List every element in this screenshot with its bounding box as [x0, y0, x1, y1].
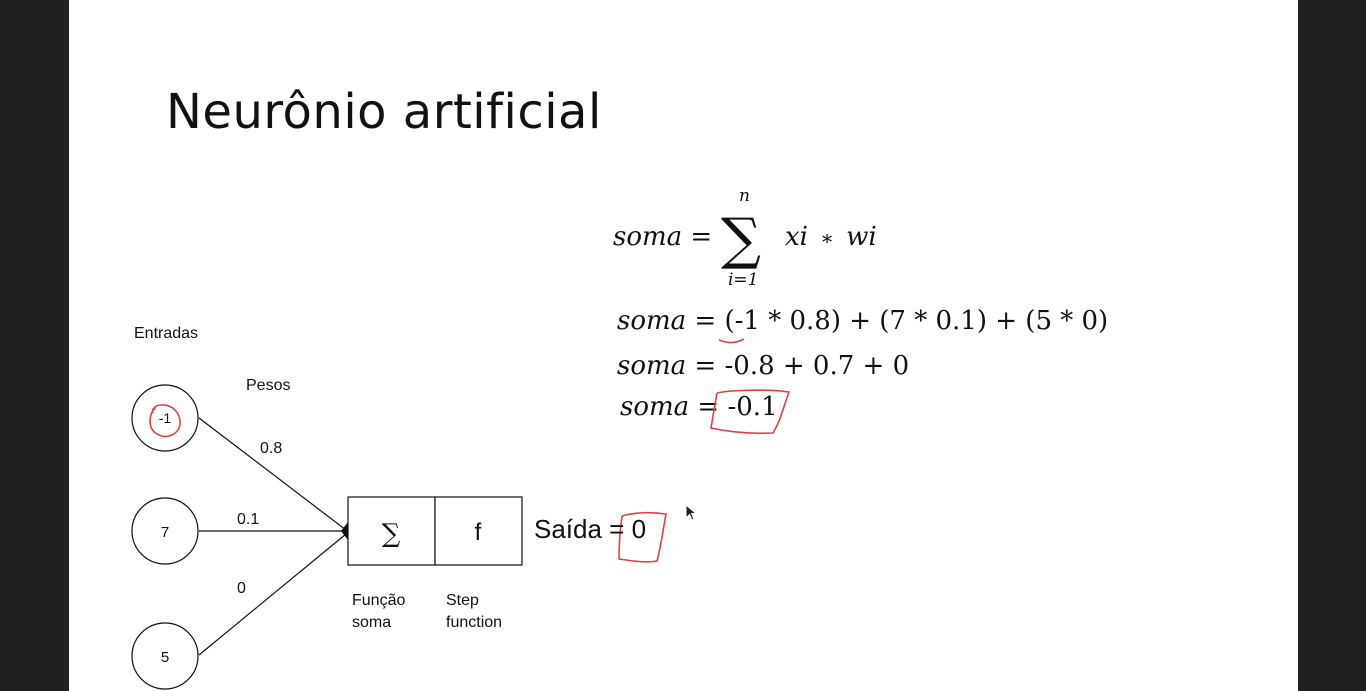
activation-caption: Step function [446, 590, 502, 634]
weights-label: Pesos [246, 377, 291, 394]
sum-caption-line-1: Função [352, 592, 406, 609]
connection-line-1 [198, 417, 347, 531]
weight-1: 0.8 [260, 440, 282, 457]
sum-box-symbol: ∑ [382, 519, 401, 549]
sum-caption-line-2: soma [352, 614, 392, 631]
connection-line-3 [198, 533, 347, 656]
inputs-label: Entradas [134, 325, 199, 342]
annotation-box-result [710, 389, 791, 435]
weight-3: 0 [237, 580, 246, 597]
activation-caption-line-1: Step [446, 592, 479, 609]
annotation-underline [718, 338, 745, 344]
sum-caption: Função soma [352, 590, 405, 634]
mouse-pointer-icon [685, 504, 697, 521]
weight-2: 0.1 [237, 511, 259, 528]
output-text: Saída = 0 [534, 514, 647, 544]
slide: Neurônio artificial soma = n ∑ i=1 xi ∗ … [69, 0, 1298, 691]
input-value-2: 7 [161, 524, 169, 541]
input-value-3: 5 [161, 649, 169, 666]
neuron-diagram: -1 7 5 0.8 0.1 0 ∑ f [131, 338, 791, 690]
activation-box-symbol: f [475, 519, 482, 546]
input-value-1: -1 [159, 410, 172, 426]
activation-caption-line-2: function [446, 614, 503, 631]
